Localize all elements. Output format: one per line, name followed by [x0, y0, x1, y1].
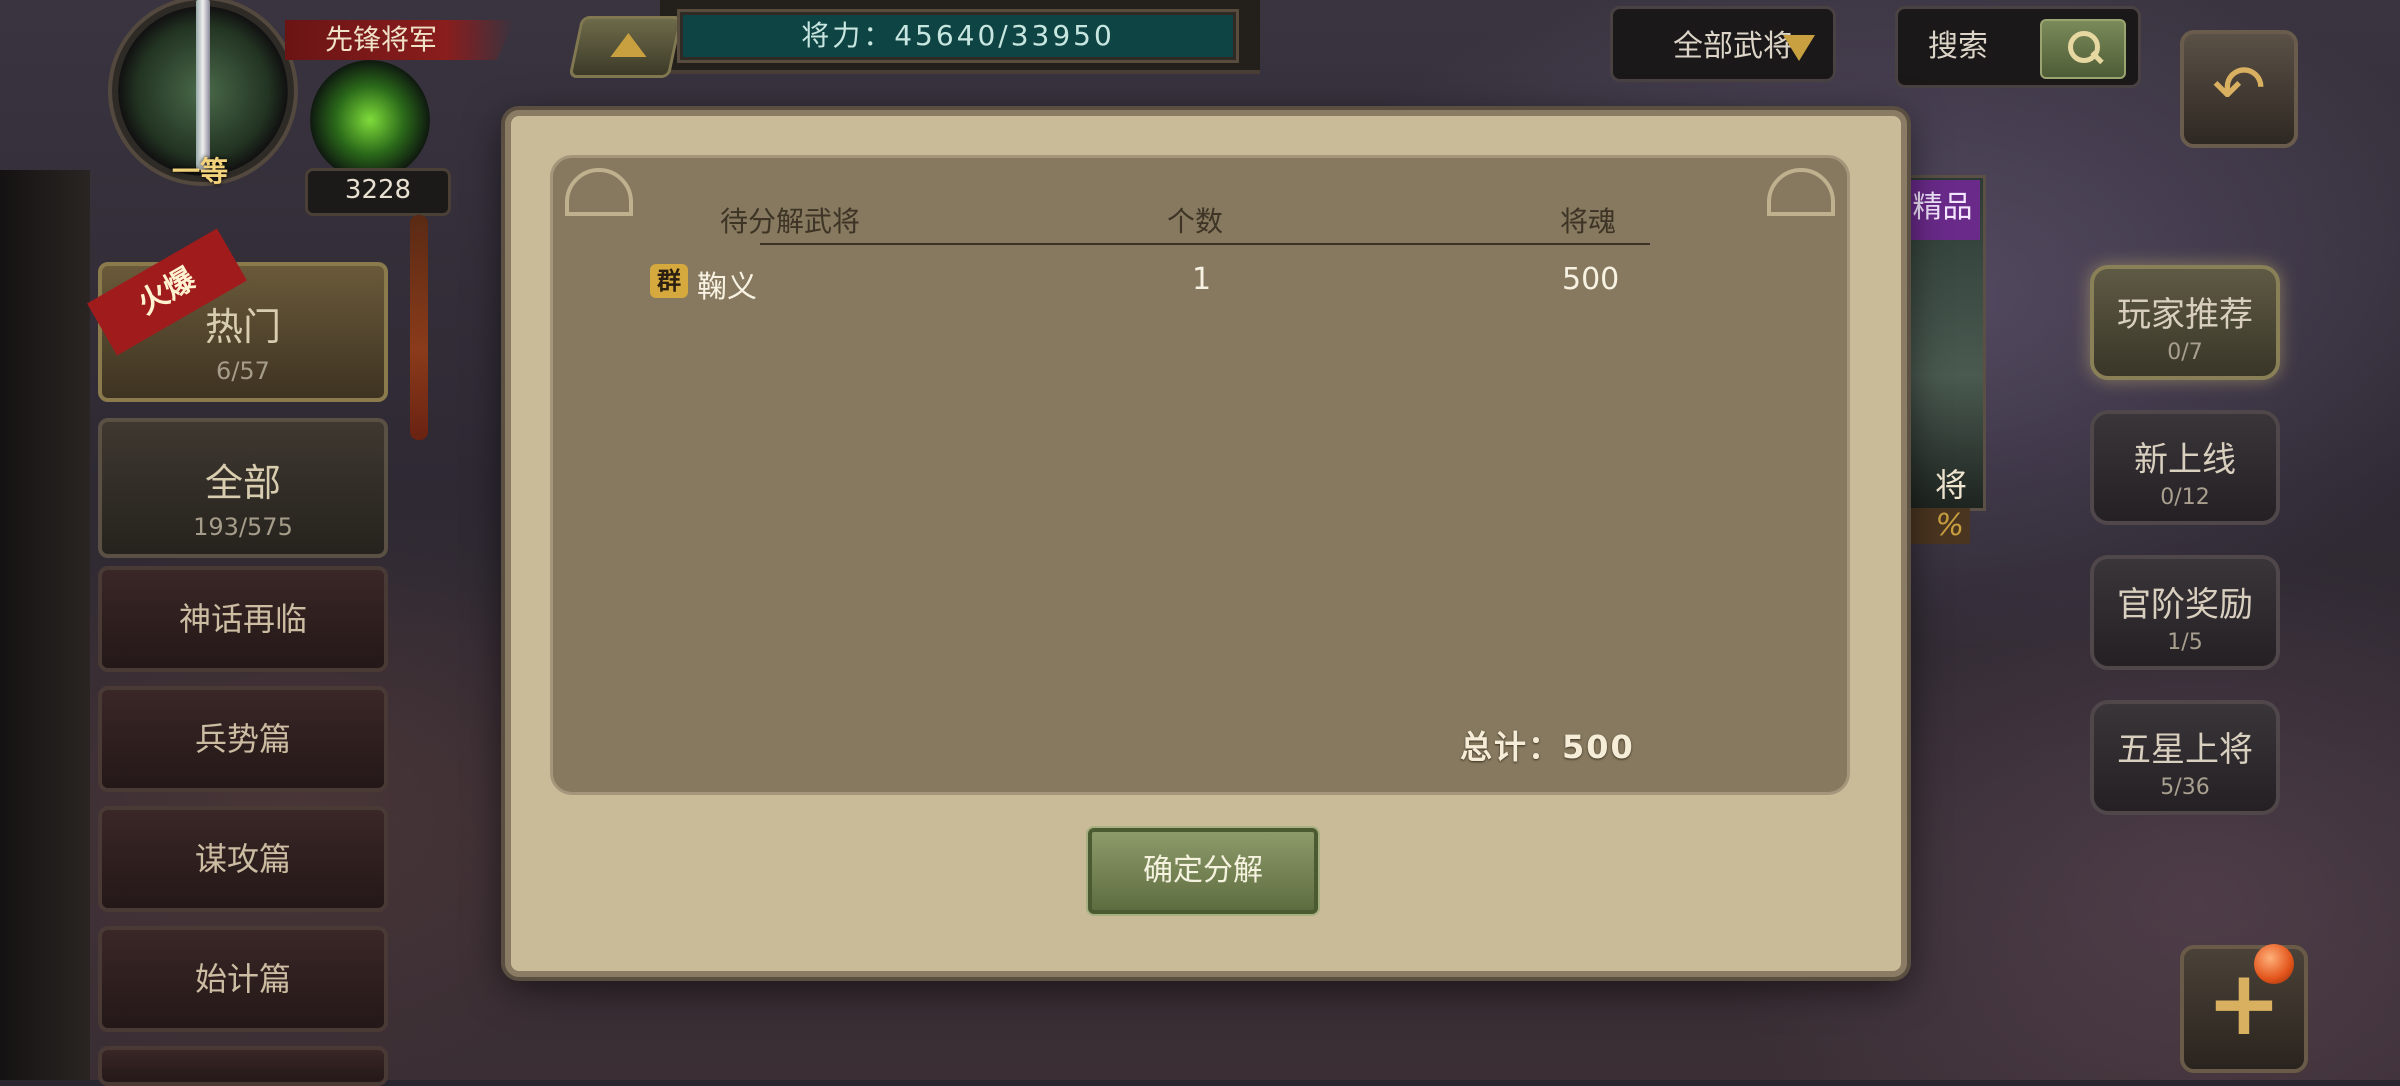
power-label: 将力：45640/33950 [680, 12, 1236, 60]
card-percent: % [1900, 508, 1970, 544]
category-myth[interactable]: 神话再临 [98, 566, 388, 672]
notification-dot [2254, 944, 2294, 984]
sword-icon [196, 0, 210, 170]
category-mougong[interactable]: 谋攻篇 [98, 806, 388, 912]
rank-reward-button[interactable]: 官阶奖励 1/5 [2090, 555, 2280, 670]
orb-value: 3228 [305, 168, 451, 216]
arrow-up-icon [610, 33, 647, 57]
general-name: 鞠义 [697, 270, 757, 305]
category-title: 谋攻篇 [194, 840, 291, 878]
category-all[interactable]: 全部 193/575 [98, 418, 388, 558]
left-edge-panel [0, 170, 90, 1080]
new-online-button[interactable]: 新上线 0/12 [2090, 410, 2280, 525]
search-button[interactable] [2040, 19, 2126, 79]
player-recommend-button[interactable]: 玩家推荐 0/7 [2090, 265, 2280, 380]
back-button[interactable]: ↶ [2180, 30, 2298, 148]
column-header-soul: 将魂 [1560, 205, 1617, 238]
category-title: 全部 [204, 461, 281, 505]
confirm-decompose-button[interactable]: 确定分解 [1088, 828, 1318, 914]
category-count: 193/575 [193, 513, 293, 541]
search-label: 搜索 [1928, 29, 1988, 64]
button-title: 官阶奖励 [2117, 585, 2253, 625]
button-count: 1/5 [2167, 630, 2203, 655]
total-soul: 总计：500 [1460, 728, 1635, 766]
general-filter-dropdown[interactable]: 全部武将 [1610, 6, 1836, 82]
faction-badge: 群 [650, 264, 688, 298]
search-box[interactable]: 搜索 [1895, 6, 2141, 88]
column-header-general: 待分解武将 [720, 205, 861, 238]
category-title: 兵势篇 [194, 720, 291, 758]
five-star-button[interactable]: 五星上将 5/36 [2090, 700, 2280, 815]
button-title: 新上线 [2134, 440, 2236, 480]
button-count: 0/7 [2167, 340, 2203, 365]
decompose-table [550, 155, 1850, 795]
category-bingshi[interactable]: 兵势篇 [98, 686, 388, 792]
tassel-ornament [410, 215, 428, 440]
back-arrow-icon: ↶ [2212, 52, 2266, 126]
button-title: 玩家推荐 [2117, 295, 2253, 335]
rank-title: 先锋将军 [285, 20, 515, 60]
corner-ornament [1767, 168, 1835, 216]
general-soul: 500 [1562, 262, 1620, 297]
category-shiji[interactable]: 始计篇 [98, 926, 388, 1032]
button-count: 0/12 [2160, 485, 2210, 510]
rank-grade: 一等 [171, 155, 228, 188]
collapse-button[interactable] [568, 16, 683, 78]
column-header-count: 个数 [1167, 205, 1224, 238]
category-title: 始计篇 [194, 960, 291, 998]
jade-orb-icon[interactable] [310, 60, 430, 180]
filter-selected: 全部武将 [1673, 29, 1793, 64]
quality-tag: 精品 [1905, 180, 1980, 240]
card-label: 将 [1935, 466, 1968, 504]
category-more[interactable] [98, 1046, 388, 1086]
category-count: 6/57 [216, 357, 270, 385]
category-title: 神话再临 [178, 600, 307, 638]
header-divider [760, 243, 1650, 245]
button-title: 五星上将 [2117, 730, 2253, 770]
general-count: 1 [1192, 262, 1212, 297]
corner-ornament [565, 168, 633, 216]
button-count: 5/36 [2160, 775, 2210, 800]
dropdown-caret-icon [1783, 35, 1815, 61]
